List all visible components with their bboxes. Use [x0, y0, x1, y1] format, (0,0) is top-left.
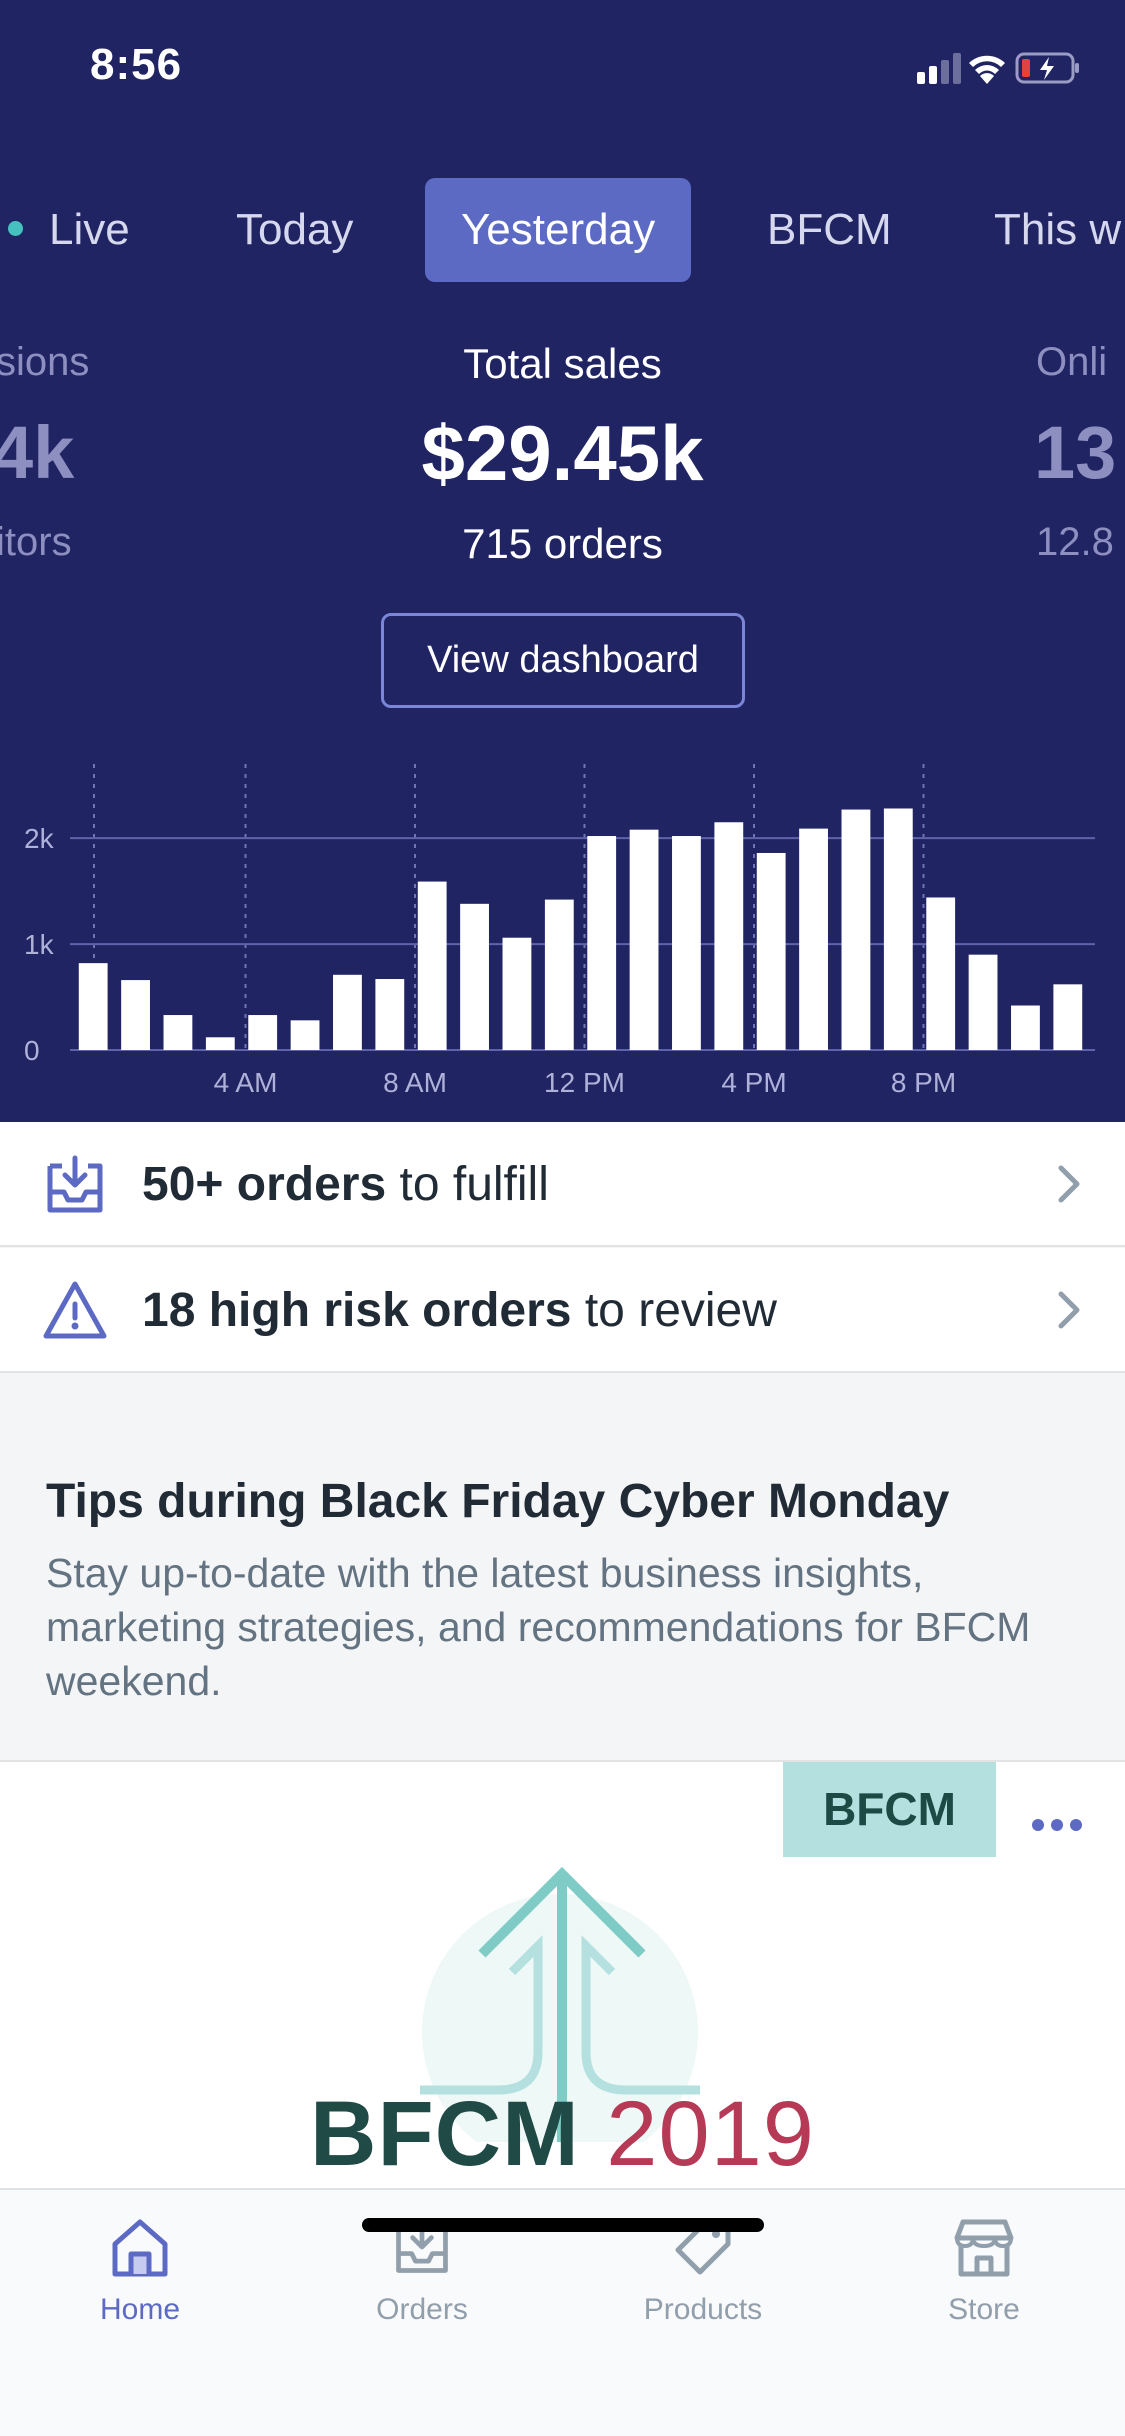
inbox-download-icon — [47, 1155, 103, 1213]
more-options-icon[interactable] — [1030, 1817, 1084, 1833]
chart-y-tick-label: 0 — [24, 1035, 40, 1066]
chart-bar — [926, 897, 956, 1050]
tabbar-store[interactable]: Store — [864, 2216, 1104, 2327]
bfcm-badge: BFCM — [783, 1762, 996, 1857]
chart-bar — [333, 974, 362, 1050]
chart-bar — [841, 809, 871, 1050]
chart-bar — [1053, 984, 1083, 1050]
status-bar: 8:56 — [0, 0, 1125, 140]
bfcm-heading: BFCM 2019 — [310, 2083, 815, 2185]
tabbar-orders-label: Orders — [376, 2293, 468, 2326]
total-sales-title: Total sales — [463, 340, 662, 387]
chart-bar — [544, 899, 574, 1050]
high-risk-orders-label: 18 high risk orders to review — [142, 1284, 777, 1337]
chart-bar — [417, 881, 447, 1050]
total-sales-orders: 715 orders — [462, 520, 663, 567]
tabbar-products-label: Products — [643, 2293, 763, 2326]
chart-bar — [290, 1020, 320, 1050]
status-time: 8:56 — [90, 40, 183, 89]
wifi-icon — [969, 55, 1005, 84]
chart-bar — [883, 808, 913, 1050]
tips-description: Stay up-to-date with the latest business… — [46, 1550, 1031, 1704]
chart-bar — [163, 1015, 193, 1050]
chart-bar — [502, 937, 532, 1050]
chart-bar — [460, 903, 489, 1050]
home-icon — [112, 2219, 168, 2277]
battery-icon — [1015, 52, 1079, 84]
tabbar-store-label: Store — [948, 2293, 1020, 2326]
live-dot-icon — [8, 220, 23, 236]
view-dashboard-button[interactable]: View dashboard — [381, 613, 745, 708]
home-indicator — [362, 2218, 764, 2232]
orders-to-fulfill-label: 50+ orders to fulfill — [142, 1158, 549, 1211]
signal-icon — [917, 53, 961, 84]
hourly-sales-chart: 0 1k 2k 4 AM 8 AM 12 PM 4 PM 8 PM — [24, 764, 1095, 1098]
tab-yesterday[interactable]: Yesterday — [425, 178, 692, 282]
chart-bar — [248, 1015, 278, 1050]
chart-y-tick-label: 1k — [24, 929, 55, 960]
tabbar-home-label: Home — [99, 2293, 181, 2326]
chart-y-tick-label: 2k — [24, 823, 55, 854]
chart-bar — [78, 963, 108, 1050]
metric-right-sub: 12.8 — [1036, 520, 1114, 564]
tab-this-week[interactable]: This w — [994, 178, 1121, 282]
tab-live[interactable]: Live — [8, 178, 130, 282]
chart-x-tick-label: 8 AM — [383, 1067, 447, 1098]
chart-x-tick-label: 4 AM — [214, 1067, 278, 1098]
chart-bar — [121, 980, 150, 1050]
chart-bar — [629, 829, 659, 1050]
chart-x-tick-label: 8 PM — [891, 1067, 956, 1098]
chart-x-tick-label: 4 PM — [721, 1067, 786, 1098]
chart-bar — [672, 836, 701, 1050]
warning-icon — [43, 1281, 107, 1339]
chart-bar — [375, 979, 405, 1050]
chart-bar — [799, 828, 828, 1050]
tips-title: Tips during Black Friday Cyber Monday — [46, 1475, 950, 1528]
metric-right-value: 13 — [1034, 411, 1117, 494]
metric-right-title: Onli — [1036, 340, 1108, 384]
bfcm-card[interactable]: BFCM BFCM 2019 — [0, 1760, 1125, 2190]
status-icons — [885, 48, 1085, 93]
chevron-right-icon — [1058, 1165, 1080, 1203]
chart-bar — [1011, 1005, 1040, 1050]
orders-to-fulfill-row[interactable]: 50+ orders to fulfill — [0, 1122, 1125, 1247]
tabbar-home[interactable]: Home — [20, 2216, 260, 2327]
store-icon — [954, 2219, 1014, 2277]
sales-overview: 8:56 Live Today Yesterday BFCM This w si… — [0, 0, 1125, 1122]
tabbar-orders[interactable]: Orders — [302, 2216, 542, 2327]
chart-bar — [587, 836, 617, 1050]
chevron-right-icon — [1058, 1291, 1080, 1329]
period-tabs: Live Today Yesterday BFCM This w — [0, 178, 1125, 282]
high-risk-orders-row[interactable]: 18 high risk orders to review — [0, 1248, 1125, 1373]
chart-bar — [968, 954, 998, 1050]
chart-bar — [205, 1037, 235, 1050]
tab-bfcm[interactable]: BFCM — [767, 178, 892, 282]
chart-bar — [756, 852, 786, 1050]
chart-x-tick-label: 12 PM — [544, 1067, 625, 1098]
chart-bar — [714, 822, 744, 1050]
tab-today[interactable]: Today — [236, 178, 353, 282]
total-sales-value: $29.45k — [421, 409, 704, 497]
tabbar-products[interactable]: Products — [583, 2216, 823, 2327]
